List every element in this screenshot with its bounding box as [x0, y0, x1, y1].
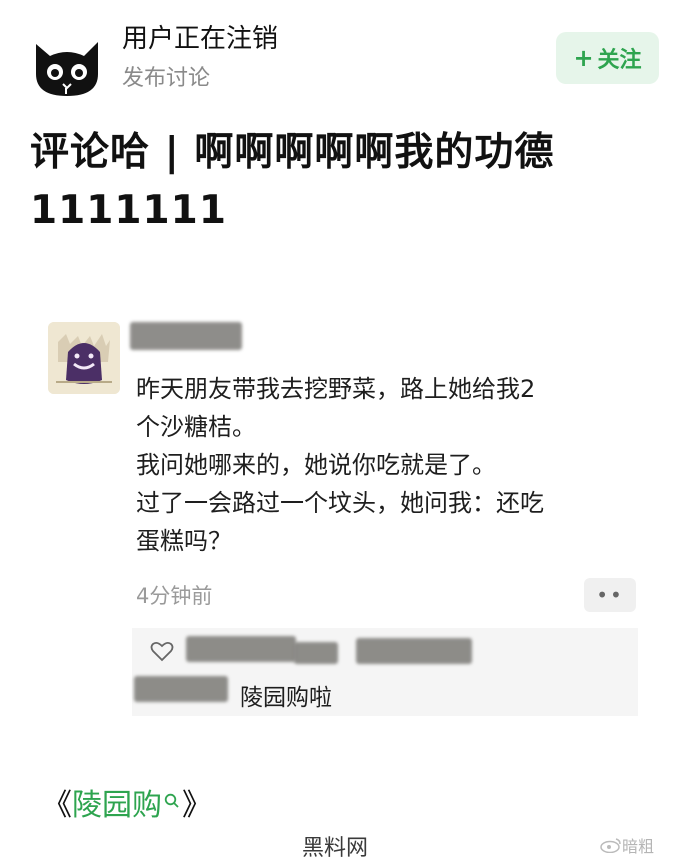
keyword-text: 陵园购: [72, 788, 162, 823]
search-icon: [164, 793, 179, 808]
post-title-line2: 1111111: [30, 188, 227, 233]
gengar-avatar-icon: [48, 322, 120, 394]
post-type-label: 发布讨论: [122, 66, 211, 91]
watermark-right-text: 暗粗: [622, 837, 655, 856]
close-bracket: 》: [182, 788, 212, 823]
post-header: 用户正在注销 发布讨论 + 关注: [0, 0, 687, 110]
heart-icon[interactable]: [150, 640, 174, 662]
follow-button[interactable]: + 关注: [556, 32, 659, 84]
watermark-center: 黑料网: [302, 836, 369, 861]
username[interactable]: 用户正在注销: [122, 18, 278, 55]
follow-label: 关注: [597, 48, 642, 73]
commenter-avatar: [48, 322, 120, 394]
comment-line: 蛋糕吗？: [136, 527, 232, 555]
open-bracket: 《: [42, 788, 72, 823]
redacted-name: [130, 322, 242, 350]
comment-line: 昨天朋友带我去挖野菜，路上她给我2: [136, 375, 536, 403]
comment-timestamp: 4分钟前: [136, 584, 213, 608]
black-cat-icon: [36, 42, 98, 96]
comment-body: 昨天朋友带我去挖野菜，路上她给我2 个沙糖桔。 我问她哪来的，她说你吃就是了。 …: [136, 370, 636, 560]
post-title-line1: 评论哈 | 啊啊啊啊啊我的功德: [30, 130, 555, 175]
redacted-liker: [186, 636, 296, 662]
user-avatar[interactable]: [30, 34, 104, 98]
plus-icon: +: [573, 44, 594, 72]
comment-line: 个沙糖桔。: [136, 413, 256, 441]
comment-line: 过了一会路过一个坟头，她问我：还吃: [136, 489, 544, 517]
redacted-liker: [356, 638, 472, 664]
weibo-icon: [600, 838, 621, 853]
reply-text: 陵园购啦: [240, 685, 332, 711]
redacted-replier: [134, 676, 228, 702]
search-keyword-link[interactable]: 《 陵园购 》: [42, 780, 212, 824]
post-page: 用户正在注销 发布讨论 + 关注 评论哈 | 啊啊啊啊啊我的功德 1111111…: [0, 0, 687, 864]
post-title: 评论哈 | 啊啊啊啊啊我的功德 1111111: [30, 124, 660, 240]
watermark-right: 暗粗: [600, 833, 654, 857]
comment-line: 我问她哪来的，她说你吃就是了。: [136, 451, 496, 479]
redacted-liker: [294, 642, 338, 664]
more-options-button[interactable]: ••: [584, 578, 636, 612]
